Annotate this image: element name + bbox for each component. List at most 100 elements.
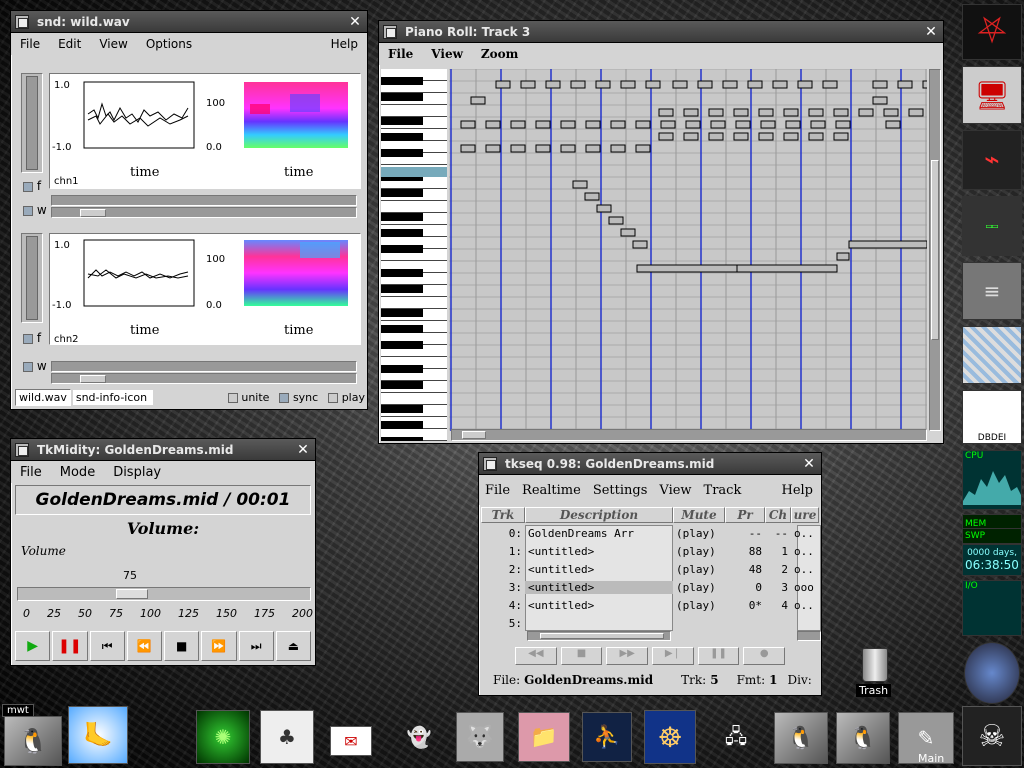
table-row[interactable]: 5: — [481, 615, 821, 632]
unite-checkbox[interactable] — [227, 392, 238, 403]
window-menu-icon[interactable] — [483, 456, 497, 471]
menu-help[interactable]: Help — [322, 37, 367, 51]
skip-forward-icon[interactable]: ⏭ — [238, 631, 274, 661]
ghost-icon[interactable]: 👻 — [392, 710, 446, 764]
folders-icon[interactable]: 📁 — [518, 712, 570, 762]
network-icon[interactable]: 🖧 — [710, 714, 762, 764]
note[interactable] — [736, 264, 838, 273]
io-monitor[interactable]: I/O — [962, 580, 1022, 636]
amp-slider-1[interactable] — [21, 73, 43, 173]
note[interactable] — [620, 228, 636, 237]
fractal-icon[interactable]: ✺ — [196, 710, 250, 764]
volume-thumb[interactable] — [116, 589, 148, 599]
eject-icon[interactable]: ⏏ — [275, 631, 311, 661]
menu-file[interactable]: File — [11, 465, 51, 480]
note[interactable] — [683, 108, 699, 117]
skip-back-icon[interactable]: ⏮ — [89, 631, 125, 661]
note[interactable] — [908, 108, 924, 117]
note[interactable] — [708, 132, 724, 141]
note[interactable] — [833, 132, 849, 141]
note[interactable] — [460, 120, 476, 129]
scrollbar-2b[interactable] — [51, 373, 357, 384]
piano-vscroll[interactable] — [929, 69, 941, 431]
w-checkbox-1[interactable] — [23, 205, 33, 216]
menu-file[interactable]: File — [479, 483, 516, 498]
linux-terminal-icon[interactable]: 🐧 — [4, 716, 62, 766]
note[interactable] — [697, 80, 713, 89]
note[interactable] — [883, 108, 899, 117]
note[interactable] — [733, 108, 749, 117]
col-pr[interactable]: Pr — [725, 507, 765, 523]
note[interactable] — [858, 108, 874, 117]
note[interactable] — [570, 80, 586, 89]
close-icon[interactable]: ✕ — [801, 456, 817, 472]
note[interactable] — [848, 240, 927, 249]
tape-icon[interactable]: ▭▭ — [962, 196, 1022, 256]
fast-forward-icon[interactable]: ▶▶ — [606, 647, 649, 665]
amp-slider-2[interactable] — [21, 233, 43, 323]
note[interactable] — [520, 80, 536, 89]
piano-titlebar[interactable]: Piano Roll: Track 3 ✕ — [379, 21, 943, 43]
f-checkbox-2[interactable] — [23, 333, 33, 344]
note[interactable] — [922, 80, 927, 89]
pause-icon[interactable]: ❚❚ — [697, 647, 740, 665]
note[interactable] — [632, 240, 648, 249]
trash-label[interactable]: Trash — [856, 684, 892, 697]
menu-view[interactable]: View — [653, 483, 697, 498]
note[interactable] — [636, 264, 738, 273]
menu-view[interactable]: View — [422, 47, 472, 61]
info-field[interactable]: snd-info-icon — [72, 389, 153, 405]
note[interactable] — [797, 80, 813, 89]
gnome-foot-icon[interactable]: 🦶 — [68, 706, 128, 764]
note[interactable] — [735, 120, 751, 129]
note[interactable] — [872, 96, 888, 105]
note[interactable] — [760, 120, 776, 129]
window-menu-icon[interactable] — [15, 14, 29, 29]
col-ure[interactable]: ure — [791, 507, 819, 523]
note[interactable] — [885, 120, 901, 129]
window-menu-icon[interactable] — [383, 24, 397, 39]
cpu-monitor[interactable]: CPU — [962, 450, 1022, 510]
note[interactable] — [733, 132, 749, 141]
note[interactable] — [658, 108, 674, 117]
stop-icon[interactable]: ■ — [164, 631, 200, 661]
note[interactable] — [584, 192, 600, 201]
note[interactable] — [772, 80, 788, 89]
note[interactable] — [460, 144, 476, 153]
piano-hscroll[interactable] — [451, 429, 927, 441]
fast-forward-icon[interactable]: ⏩ — [201, 631, 237, 661]
snd-titlebar[interactable]: snd: wild.wav ✕ — [11, 11, 367, 33]
menu-file[interactable]: File — [11, 37, 49, 51]
note[interactable] — [572, 180, 588, 189]
table-row[interactable]: 0: GoldenDreams Arr (play) -- -- o.. — [481, 525, 821, 542]
note[interactable] — [758, 132, 774, 141]
note[interactable] — [620, 80, 636, 89]
menu-mode[interactable]: Mode — [51, 465, 104, 480]
note[interactable] — [658, 132, 674, 141]
play-icon[interactable]: ▶ — [15, 631, 51, 661]
tree-icon[interactable]: ♣ — [260, 710, 314, 764]
note[interactable] — [833, 108, 849, 117]
linux-monitor-icon-2[interactable]: 🐧 — [836, 712, 890, 764]
menu-view[interactable]: View — [90, 37, 136, 51]
col-mute[interactable]: Mute — [673, 507, 725, 523]
note[interactable] — [645, 80, 661, 89]
note[interactable] — [535, 120, 551, 129]
note[interactable] — [785, 120, 801, 129]
col-description[interactable]: Description — [525, 507, 673, 523]
tkmidity-titlebar[interactable]: TkMidity: GoldenDreams.mid ✕ — [11, 439, 315, 461]
note[interactable] — [595, 80, 611, 89]
note[interactable] — [808, 108, 824, 117]
scrollbar-1a[interactable] — [51, 195, 357, 206]
note[interactable] — [510, 144, 526, 153]
note[interactable] — [585, 144, 601, 153]
linux-monitor-icon-1[interactable]: 🐧 — [774, 712, 828, 764]
close-icon[interactable]: ✕ — [347, 14, 363, 30]
note[interactable] — [835, 120, 851, 129]
note[interactable] — [485, 120, 501, 129]
desc-hscroll[interactable] — [527, 631, 671, 641]
rewind-icon[interactable]: ⏪ — [126, 631, 162, 661]
w-checkbox-2[interactable] — [23, 361, 33, 372]
table-row[interactable]: 4: <untitled> (play) 0* 4 o.. — [481, 597, 821, 614]
menu-settings[interactable]: Settings — [587, 483, 654, 498]
